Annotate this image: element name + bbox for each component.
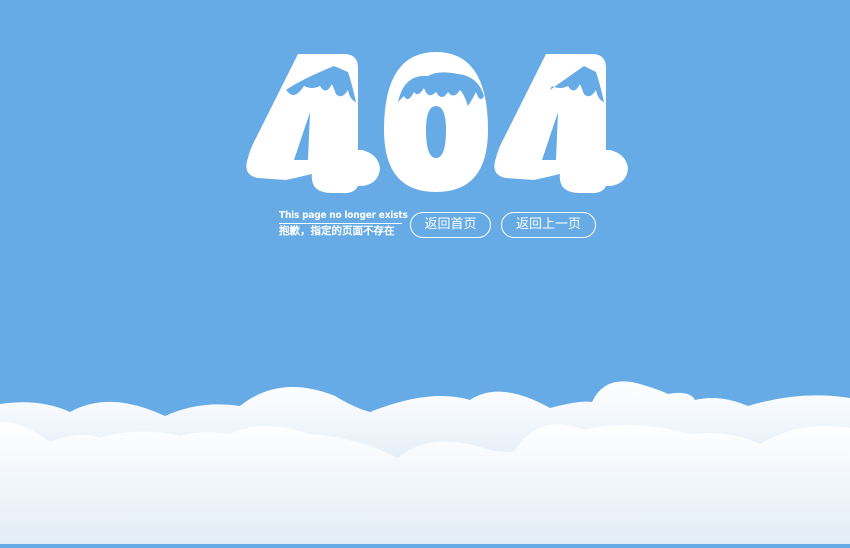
error-message: This page no longer exists 抱歉，指定的页面不存在 (279, 210, 408, 238)
home-button[interactable]: 返回首页 (410, 212, 491, 238)
error-message-chinese: 抱歉，指定的页面不存在 (279, 225, 395, 237)
digit-4-left (246, 54, 380, 194)
back-button[interactable]: 返回上一页 (501, 212, 596, 238)
error-message-english: This page no longer exists (279, 210, 408, 224)
digit-0 (384, 52, 488, 192)
digit-4-right (494, 54, 628, 194)
error-code-404 (0, 0, 850, 210)
cloud-decoration (0, 360, 850, 544)
